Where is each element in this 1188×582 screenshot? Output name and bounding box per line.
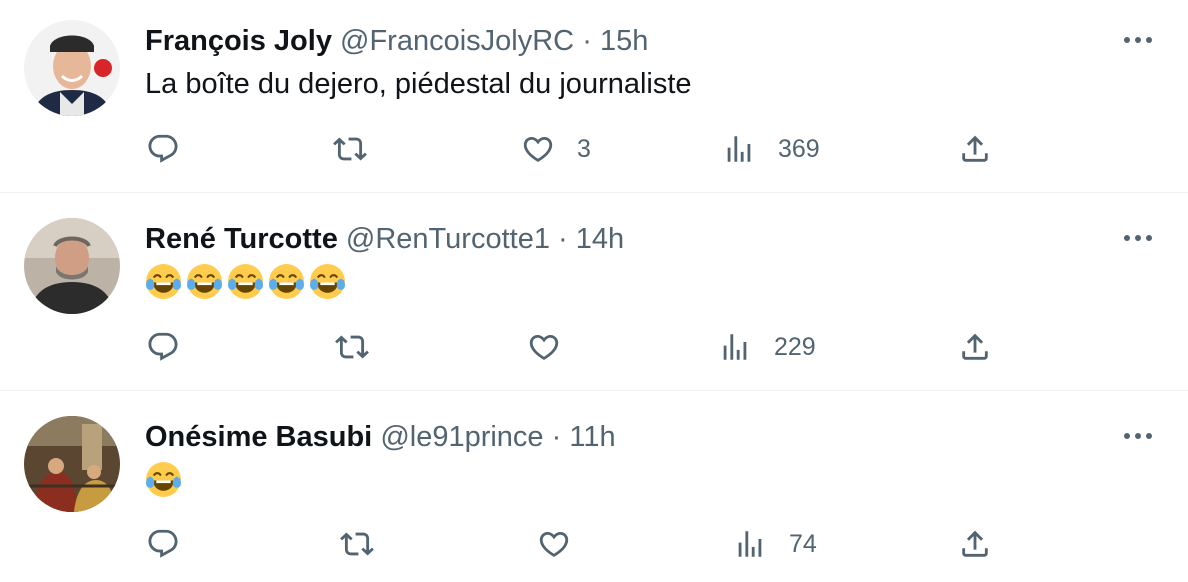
share-button[interactable] — [958, 330, 992, 364]
views-icon — [718, 330, 752, 364]
avatar[interactable] — [24, 20, 120, 116]
views-icon — [733, 527, 767, 561]
more-icon[interactable] — [1118, 226, 1158, 250]
author-handle[interactable]: @RenTurcotte1 — [346, 223, 550, 255]
share-icon — [958, 330, 992, 364]
like-count: 3 — [577, 134, 591, 163]
views-button[interactable]: 369 — [722, 132, 820, 166]
views-button[interactable]: 229 — [718, 330, 816, 364]
share-icon — [958, 527, 992, 561]
tweet-emoji-row — [145, 461, 182, 498]
tweet-text: La boîte du dejero, piédestal du journal… — [145, 68, 692, 100]
author-handle[interactable]: @le91prince — [380, 421, 543, 453]
author-name[interactable]: René Turcotte — [145, 223, 338, 255]
avatar[interactable] — [24, 416, 120, 512]
timestamp[interactable]: 15h — [600, 25, 648, 57]
tweet-emoji-row — [145, 263, 346, 300]
view-count: 369 — [778, 134, 820, 163]
tweet[interactable]: François Joly @FrancoisJolyRC · 15h La b… — [0, 0, 1188, 192]
tweet-header: François Joly @FrancoisJolyRC · 15h — [145, 23, 648, 59]
separator-dot: · — [582, 25, 592, 57]
views-icon — [722, 132, 756, 166]
author-name[interactable]: Onésime Basubi — [145, 421, 372, 453]
separator-dot: · — [558, 223, 568, 255]
reply-button[interactable] — [146, 330, 180, 364]
share-button[interactable] — [958, 527, 992, 561]
face-with-tears-of-joy-emoji — [186, 263, 223, 300]
more-icon[interactable] — [1118, 424, 1158, 448]
face-with-tears-of-joy-emoji — [268, 263, 305, 300]
face-with-tears-of-joy-emoji — [145, 461, 182, 498]
view-count: 74 — [789, 529, 817, 558]
reply-icon — [146, 330, 180, 364]
author-handle[interactable]: @FrancoisJolyRC — [340, 25, 574, 57]
retweet-icon — [340, 527, 374, 561]
like-button[interactable] — [527, 330, 561, 364]
timestamp[interactable]: 14h — [576, 223, 624, 255]
face-with-tears-of-joy-emoji — [227, 263, 264, 300]
face-with-tears-of-joy-emoji — [145, 263, 182, 300]
reply-button[interactable] — [146, 527, 180, 561]
tweet[interactable]: René Turcotte @RenTurcotte1 · 14h 229 — [0, 193, 1188, 390]
reply-icon — [146, 527, 180, 561]
view-count: 229 — [774, 332, 816, 361]
views-button[interactable]: 74 — [733, 527, 817, 561]
heart-icon — [527, 330, 561, 364]
like-button[interactable]: 3 — [521, 132, 591, 166]
like-button[interactable] — [537, 527, 571, 561]
heart-icon — [537, 527, 571, 561]
retweet-button[interactable] — [333, 132, 367, 166]
author-name[interactable]: François Joly — [145, 25, 332, 57]
tweet[interactable]: Onésime Basubi @le91prince · 11h 74 — [0, 391, 1188, 582]
tweet-header: René Turcotte @RenTurcotte1 · 14h — [145, 221, 624, 257]
share-button[interactable] — [958, 132, 992, 166]
reply-button[interactable] — [146, 132, 180, 166]
more-icon[interactable] — [1118, 28, 1158, 52]
retweet-icon — [333, 132, 367, 166]
share-icon — [958, 132, 992, 166]
heart-icon — [521, 132, 555, 166]
timestamp[interactable]: 11h — [569, 421, 615, 453]
avatar[interactable] — [24, 218, 120, 314]
face-with-tears-of-joy-emoji — [309, 263, 346, 300]
separator-dot: · — [551, 421, 562, 453]
tweet-header: Onésime Basubi @le91prince · 11h — [145, 419, 616, 455]
retweet-icon — [335, 330, 369, 364]
retweet-button[interactable] — [340, 527, 374, 561]
reply-icon — [146, 132, 180, 166]
retweet-button[interactable] — [335, 330, 369, 364]
